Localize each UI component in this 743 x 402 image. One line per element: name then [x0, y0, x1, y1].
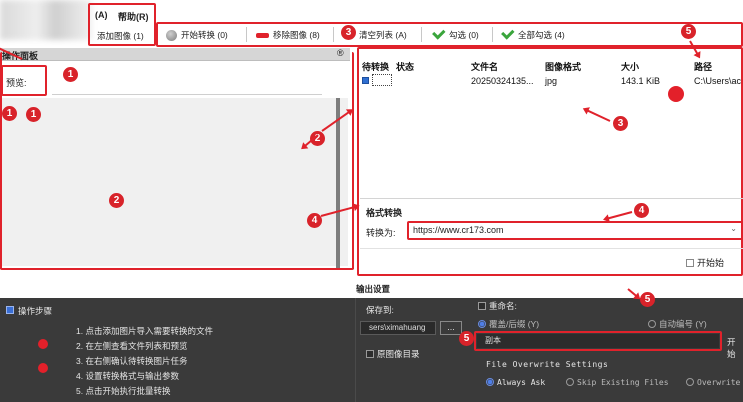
source-dir-checkbox[interactable]: 原图像目录	[366, 348, 420, 360]
badge-1-left-a: 1	[2, 106, 17, 121]
start-short-label[interactable]: 开始	[727, 336, 743, 360]
step-marker-dot	[38, 339, 48, 349]
skip-existing-radio[interactable]: Skip Existing Files	[566, 378, 669, 387]
badge-1-left-b: 1	[26, 107, 41, 122]
toolbar-highlight-box	[156, 22, 743, 47]
badge-5-toolbar: 5	[681, 24, 696, 39]
cell-filename: 20250324135...	[471, 76, 534, 86]
browse-button[interactable]: ...	[440, 321, 462, 335]
step-item-4: 4. 设置转换格式与输出参数	[76, 371, 179, 381]
app-logo	[0, 0, 92, 40]
format-section-title: 格式转换	[366, 208, 403, 218]
cell-size: 143.1 KiB	[621, 76, 661, 86]
cell-format: jpg	[545, 76, 558, 86]
chevron-down-icon: ⌄	[730, 224, 737, 233]
save-path-input[interactable]: sers\ximahuang	[360, 321, 436, 335]
badge-3-toolbar: 3	[341, 25, 356, 40]
badge-4-format: 4	[307, 213, 322, 228]
steps-title: 操作步骤	[18, 306, 53, 316]
format-section-separator	[360, 198, 743, 199]
save-path-value: sers\ximahuang	[369, 323, 426, 332]
suffix-input[interactable]: 副本	[477, 334, 719, 348]
badge-2-preview: 2	[109, 193, 124, 208]
rename-checkbox[interactable]: 重命名:	[478, 300, 517, 312]
convert-label: 转换为:	[366, 228, 396, 238]
badge-1-menu: 1	[63, 67, 78, 82]
step-item-5: 5. 点击开始执行批量转换	[76, 386, 171, 396]
badge-3-list: 3	[613, 116, 628, 131]
suffix-value: 副本	[485, 336, 501, 345]
format-lower-separator	[360, 248, 743, 249]
always-ask-radio[interactable]: Always Ask	[486, 378, 545, 387]
save-to-label: 保存到:	[366, 305, 394, 315]
menu-highlight-box	[88, 3, 156, 46]
cell-path: C:\Users\ac	[694, 76, 742, 86]
badge-5-output: 5	[640, 292, 655, 307]
start-checkbox-label: 开始始	[697, 258, 725, 268]
steps-icon	[6, 306, 14, 314]
convert-format-value: https://www.cr173.com	[413, 225, 504, 235]
badge-4-select: 4	[634, 203, 649, 218]
overwrite-suffix-radio[interactable]: 覆盖/后缀 (Y)	[478, 318, 539, 330]
row-checkbox[interactable]	[362, 77, 369, 84]
start-checkbox[interactable]: 开始始	[686, 256, 724, 269]
output-settings-title: 输出设置	[356, 284, 391, 294]
file-overwrite-title: File Overwrite Settings	[486, 360, 609, 369]
auto-number-radio[interactable]: 自动编号 (Y)	[648, 318, 707, 330]
marker-dot	[668, 86, 684, 102]
step-marker-dot	[38, 363, 48, 373]
row-status-box	[372, 74, 392, 86]
step-item-2: 2. 在左侧查看文件列表和预览	[76, 341, 188, 351]
dark-divider	[355, 298, 356, 402]
step-item-3: 3. 在右侧确认待转换图片任务	[76, 356, 188, 366]
badge-5-suffix: 5	[459, 331, 474, 346]
step-item-1: 1. 点击添加图片导入需要转换的文件	[76, 326, 213, 336]
overwrite-radio[interactable]: Overwrite	[686, 378, 740, 387]
convert-format-select[interactable]: https://www.cr173.com ⌄	[409, 223, 741, 238]
left-panel-highlight-box	[0, 52, 354, 270]
